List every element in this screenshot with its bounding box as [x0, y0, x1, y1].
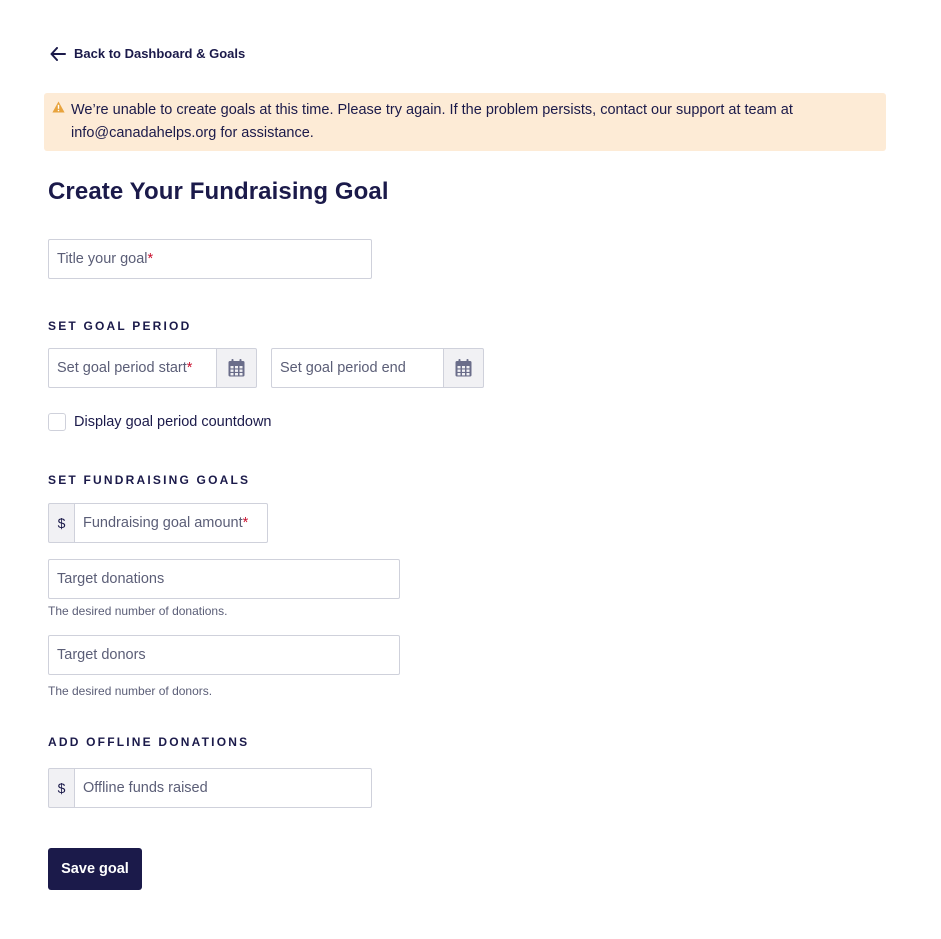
goal-period-start-input[interactable]: Set goal period start * — [48, 348, 218, 388]
error-alert: We’re unable to create goals at this tim… — [44, 93, 886, 151]
page-title: Create Your Fundraising Goal — [48, 178, 389, 205]
offline-donations-heading: ADD OFFLINE DONATIONS — [48, 735, 250, 749]
countdown-checkbox[interactable] — [48, 413, 66, 431]
target-donors-help: The desired number of donors. — [48, 684, 213, 698]
currency-addon: $ — [48, 503, 75, 543]
end-date-calendar-button[interactable] — [443, 348, 484, 388]
target-donors-placeholder: Target donors — [57, 647, 146, 663]
target-donations-input[interactable]: Target donations — [48, 559, 400, 599]
target-donations-placeholder: Target donations — [57, 571, 165, 587]
calendar-icon — [228, 359, 245, 377]
warning-triangle-icon — [52, 101, 65, 113]
target-donations-help: The desired number of donations. — [48, 604, 228, 618]
countdown-checkbox-label[interactable]: Display goal period countdown — [74, 413, 272, 431]
calendar-icon — [455, 359, 472, 377]
goal-title-placeholder: Title your goal — [57, 251, 148, 267]
goal-amount-placeholder: Fundraising goal amount — [83, 515, 243, 531]
required-mark: * — [242, 515, 249, 531]
back-link-label: Back to Dashboard & Goals — [74, 46, 246, 61]
required-mark: * — [186, 360, 193, 376]
fundraising-goal-amount-input[interactable]: Fundraising goal amount * — [74, 503, 268, 543]
start-date-calendar-button[interactable] — [216, 348, 257, 388]
offline-funds-input[interactable]: Offline funds raised — [74, 768, 372, 808]
alert-message: We’re unable to create goals at this tim… — [71, 102, 793, 141]
goal-period-heading: SET GOAL PERIOD — [48, 319, 192, 333]
currency-addon: $ — [48, 768, 75, 808]
required-mark: * — [147, 251, 154, 267]
arrow-left-icon — [50, 46, 66, 61]
offline-funds-placeholder: Offline funds raised — [83, 780, 208, 796]
fundraising-goals-heading: SET FUNDRAISING GOALS — [48, 473, 251, 487]
save-goal-button[interactable]: Save goal — [48, 848, 142, 890]
goal-period-end-input[interactable]: Set goal period end — [271, 348, 445, 388]
target-donors-input[interactable]: Target donors — [48, 635, 400, 675]
goal-title-input[interactable]: Title your goal * — [48, 239, 372, 279]
goal-period-start-placeholder: Set goal period start — [57, 360, 187, 376]
back-to-dashboard-link[interactable]: Back to Dashboard & Goals — [50, 46, 245, 61]
goal-period-end-placeholder: Set goal period end — [280, 360, 406, 376]
